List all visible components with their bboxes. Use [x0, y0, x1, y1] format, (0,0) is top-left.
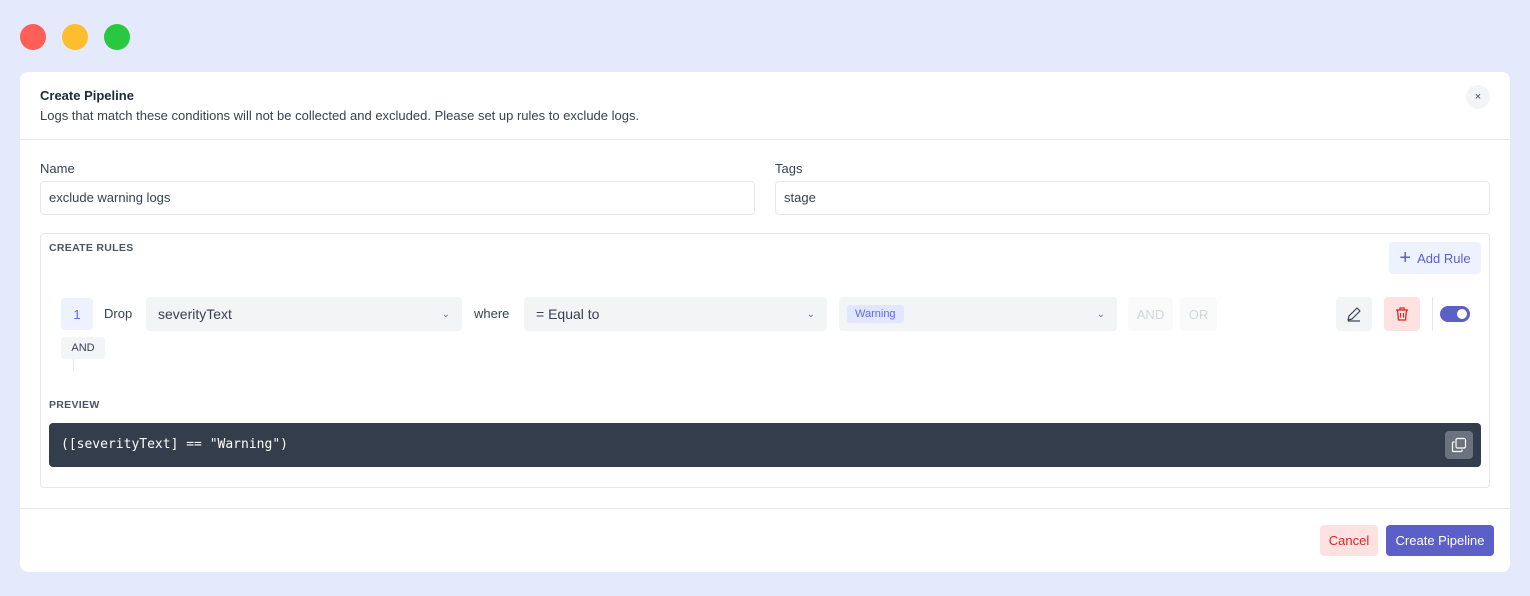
name-input[interactable]: exclude warning logs — [40, 181, 755, 215]
chevron-down-icon: ⌄ — [1096, 308, 1105, 320]
copy-icon — [1451, 437, 1467, 453]
operator-select[interactable]: = Equal to ⌄ — [524, 297, 827, 331]
tags-input[interactable]: stage — [775, 181, 1490, 215]
rule-action-label: Drop — [104, 306, 133, 321]
toggle-knob — [1457, 309, 1467, 319]
trash-icon — [1396, 307, 1408, 321]
field-select[interactable]: severityText ⌄ — [146, 297, 462, 331]
copy-button[interactable] — [1445, 431, 1473, 459]
actions-divider — [1432, 297, 1433, 331]
tags-label: Tags — [775, 161, 803, 176]
preview-code-block: ([severityText] == "Warning") — [49, 423, 1481, 467]
modal-subtitle: Logs that match these conditions will no… — [40, 108, 640, 123]
value-tag: Warning — [847, 305, 904, 323]
and-connector-chip[interactable]: AND — [61, 337, 105, 359]
rule-connector-line — [73, 359, 74, 371]
create-pipeline-modal: Create Pipeline Logs that match these co… — [20, 72, 1510, 572]
edit-rule-button[interactable] — [1336, 297, 1372, 331]
create-pipeline-button[interactable]: Create Pipeline — [1386, 525, 1494, 556]
preview-expression: ([severityText] == "Warning") — [61, 437, 288, 452]
operator-select-value: = Equal to — [536, 306, 600, 322]
field-select-value: severityText — [158, 306, 232, 322]
and-button[interactable]: AND — [1128, 297, 1173, 331]
rule-enabled-toggle[interactable] — [1440, 306, 1470, 322]
add-rule-button[interactable]: + Add Rule — [1389, 242, 1481, 274]
or-button[interactable]: OR — [1180, 297, 1217, 331]
close-icon: × — [1474, 91, 1482, 103]
chevron-down-icon: ⌄ — [806, 308, 815, 320]
plus-icon: + — [1399, 247, 1412, 269]
add-rule-label: Add Rule — [1417, 250, 1471, 266]
preview-heading: PREVIEW — [49, 399, 100, 411]
maximize-window-icon[interactable] — [104, 24, 130, 50]
where-label: where — [474, 306, 510, 321]
name-label: Name — [40, 161, 75, 176]
cancel-button[interactable]: Cancel — [1320, 525, 1378, 556]
close-modal-button[interactable]: × — [1466, 85, 1490, 109]
create-rules-heading: CREATE RULES — [49, 242, 134, 254]
footer-divider — [20, 508, 1510, 509]
modal-title: Create Pipeline — [40, 88, 134, 103]
delete-rule-button[interactable] — [1384, 297, 1420, 331]
pencil-icon — [1347, 307, 1361, 322]
window-controls — [20, 24, 130, 50]
value-select[interactable]: Warning ⌄ — [839, 297, 1117, 331]
chevron-down-icon: ⌄ — [441, 308, 450, 320]
close-window-icon[interactable] — [20, 24, 46, 50]
modal-header: Create Pipeline Logs that match these co… — [20, 72, 1510, 140]
minimize-window-icon[interactable] — [62, 24, 88, 50]
rules-panel: CREATE RULES + Add Rule 1 Drop severityT… — [40, 233, 1490, 488]
rule-number-badge: 1 — [61, 298, 93, 330]
